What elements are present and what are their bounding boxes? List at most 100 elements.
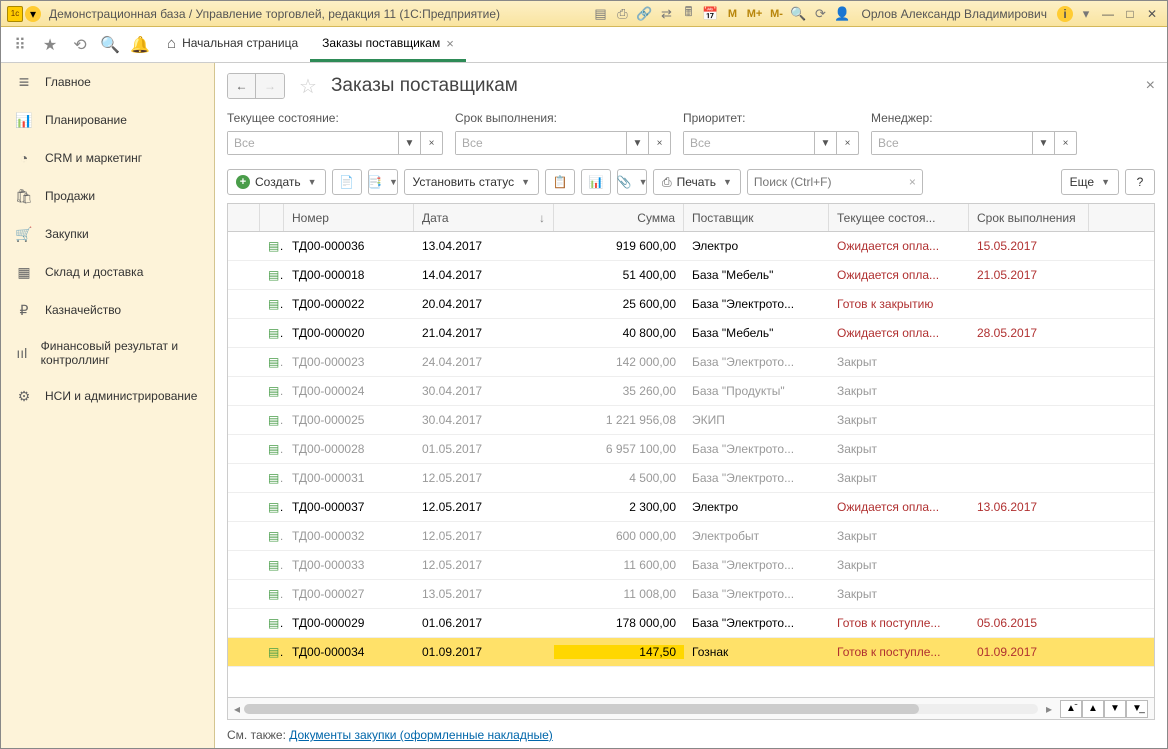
search-box[interactable]: ×	[747, 169, 923, 195]
sidebar-item-7[interactable]: ıılФинансовый результат и контроллинг	[1, 329, 214, 377]
close-page-button[interactable]: ×	[1146, 77, 1155, 95]
favorites-icon[interactable]: ★	[35, 30, 65, 60]
table-row[interactable]: ▤ТД00-00002324.04.2017142 000,00База "Эл…	[228, 348, 1154, 377]
memory-mplus[interactable]: M+	[745, 5, 763, 23]
history-icon[interactable]: ⟲	[65, 30, 95, 60]
memory-mminus[interactable]: M-	[767, 5, 785, 23]
create-button[interactable]: + Создать ▼	[227, 169, 326, 195]
filter-manager-field[interactable]	[872, 132, 1032, 154]
save-icon[interactable]: ▤	[591, 5, 609, 23]
refresh-icon[interactable]: ⟳	[811, 5, 829, 23]
filter-manager-dropdown[interactable]: ▼	[1032, 132, 1054, 154]
search-icon[interactable]: 🔍	[95, 30, 125, 60]
close-button[interactable]: ✕	[1143, 5, 1161, 23]
info-icon[interactable]: i	[1057, 6, 1073, 22]
filter-manager-clear[interactable]: ×	[1054, 132, 1076, 154]
table-row[interactable]: ▤ТД00-00002220.04.201725 600,00База "Эле…	[228, 290, 1154, 319]
col-sum[interactable]: Сумма	[554, 204, 684, 231]
nav-forward-button[interactable]: →	[256, 74, 284, 98]
filter-srok-dropdown[interactable]: ▼	[626, 132, 648, 154]
sidebar-item-3[interactable]: 🛍Продажи	[1, 177, 214, 215]
help-button[interactable]: ?	[1125, 169, 1155, 195]
calc-icon[interactable]: 🖩	[679, 5, 697, 23]
copy-button[interactable]: 📄	[332, 169, 362, 195]
col-date[interactable]: Дата↓	[414, 204, 554, 231]
filter-srok-input[interactable]: ▼ ×	[455, 131, 671, 155]
col-icon2[interactable]	[260, 204, 284, 231]
tab-orders[interactable]: Заказы поставщикам ×	[310, 27, 466, 62]
table-row[interactable]: ▤ТД00-00002713.05.201711 008,00База "Эле…	[228, 580, 1154, 609]
search-input[interactable]	[754, 175, 909, 189]
tool-button-1[interactable]: 📋	[545, 169, 575, 195]
grid-first-button[interactable]: ▲̄	[1060, 700, 1082, 718]
filter-state-dropdown[interactable]: ▼	[398, 132, 420, 154]
table-row[interactable]: ▤ТД00-00003401.09.2017147,50ГознакГотов …	[228, 638, 1154, 667]
sidebar-item-1[interactable]: 📊Планирование	[1, 101, 214, 139]
tab-close-icon[interactable]: ×	[446, 36, 454, 51]
notifications-icon[interactable]: 🔔	[125, 30, 155, 60]
process-button[interactable]: 📑▼	[368, 169, 398, 195]
col-icon1[interactable]	[228, 204, 260, 231]
nav-back-button[interactable]: ←	[228, 74, 256, 98]
memory-m[interactable]: M	[723, 5, 741, 23]
grid-up-button[interactable]: ▲	[1082, 700, 1104, 718]
cell-supplier: Электро	[684, 500, 829, 514]
table-row[interactable]: ▤ТД00-00003312.05.201711 600,00База "Эле…	[228, 551, 1154, 580]
app-menu-dropdown[interactable]: ▾	[25, 6, 41, 22]
filter-srok-clear[interactable]: ×	[648, 132, 670, 154]
filter-priority-input[interactable]: ▼ ×	[683, 131, 859, 155]
col-number[interactable]: Номер	[284, 204, 414, 231]
table-row[interactable]: ▤ТД00-00003112.05.20174 500,00База "Элек…	[228, 464, 1154, 493]
user-name[interactable]: Орлов Александр Владимирович	[861, 7, 1047, 21]
table-row[interactable]: ▤ТД00-00002801.05.20176 957 100,00База "…	[228, 435, 1154, 464]
table-row[interactable]: ▤ТД00-00002430.04.201735 260,00База "Про…	[228, 377, 1154, 406]
sidebar-item-2[interactable]: ◔CRM и маркетинг	[1, 139, 214, 177]
print-icon[interactable]: ⎙	[613, 5, 631, 23]
print-button[interactable]: ⎙ Печать ▼	[653, 169, 741, 195]
tool-button-3[interactable]: 📎▼	[617, 169, 647, 195]
compare-icon[interactable]: ⇄	[657, 5, 675, 23]
filter-priority-field[interactable]	[684, 132, 814, 154]
calendar-icon[interactable]: 📅	[701, 5, 719, 23]
info-dropdown[interactable]: ▾	[1077, 5, 1095, 23]
table-row[interactable]: ▤ТД00-00003613.04.2017919 600,00ЭлектроО…	[228, 232, 1154, 261]
table-row[interactable]: ▤ТД00-00001814.04.201751 400,00База "Меб…	[228, 261, 1154, 290]
zoom-icon[interactable]: 🔍	[789, 5, 807, 23]
grid-down-button[interactable]: ▼	[1104, 700, 1126, 718]
filter-state-field[interactable]	[228, 132, 398, 154]
filter-manager-input[interactable]: ▼ ×	[871, 131, 1077, 155]
tab-home[interactable]: ⌂ Начальная страница	[155, 27, 310, 62]
col-deadline[interactable]: Срок выполнения	[969, 204, 1089, 231]
table-row[interactable]: ▤ТД00-00003712.05.20172 300,00ЭлектроОжи…	[228, 493, 1154, 522]
set-status-button[interactable]: Установить статус ▼	[404, 169, 540, 195]
maximize-button[interactable]: □	[1121, 5, 1139, 23]
more-button[interactable]: Еще ▼	[1061, 169, 1119, 195]
sidebar-item-5[interactable]: ▦Склад и доставка	[1, 253, 214, 291]
favorite-star-icon[interactable]: ☆	[299, 74, 317, 99]
col-supplier[interactable]: Поставщик	[684, 204, 829, 231]
table-row[interactable]: ▤ТД00-00003212.05.2017600 000,00Электроб…	[228, 522, 1154, 551]
sidebar-item-0[interactable]: ≡Главное	[1, 63, 214, 101]
footer-link-docs[interactable]: Документы закупки (оформленные накладные…	[289, 728, 553, 742]
table-row[interactable]: ▤ТД00-00002530.04.20171 221 956,08ЭКИПЗа…	[228, 406, 1154, 435]
filter-priority-clear[interactable]: ×	[836, 132, 858, 154]
link-icon[interactable]: 🔗	[635, 5, 653, 23]
col-state[interactable]: Текущее состоя...	[829, 204, 969, 231]
sidebar-item-8[interactable]: ⚙НСИ и администрирование	[1, 377, 214, 415]
grid-body[interactable]: ▤ТД00-00003613.04.2017919 600,00ЭлектроО…	[228, 232, 1154, 697]
table-row[interactable]: ▤ТД00-00002901.06.2017178 000,00База "Эл…	[228, 609, 1154, 638]
filter-priority-dropdown[interactable]: ▼	[814, 132, 836, 154]
cell-state: Ожидается опла...	[829, 500, 969, 514]
sidebar-item-6[interactable]: ₽Казначейство	[1, 291, 214, 329]
filter-state-clear[interactable]: ×	[420, 132, 442, 154]
h-scrollbar[interactable]	[244, 704, 1038, 714]
table-row[interactable]: ▤ТД00-00002021.04.201740 800,00База "Меб…	[228, 319, 1154, 348]
grid-last-button[interactable]: ▼̲	[1126, 700, 1148, 718]
filter-state-input[interactable]: ▼ ×	[227, 131, 443, 155]
search-clear-icon[interactable]: ×	[909, 175, 916, 189]
filter-srok-field[interactable]	[456, 132, 626, 154]
minimize-button[interactable]: —	[1099, 5, 1117, 23]
sidebar-item-4[interactable]: 🛒Закупки	[1, 215, 214, 253]
apps-icon[interactable]: ⠿	[5, 30, 35, 60]
tool-button-2[interactable]: 📊	[581, 169, 611, 195]
